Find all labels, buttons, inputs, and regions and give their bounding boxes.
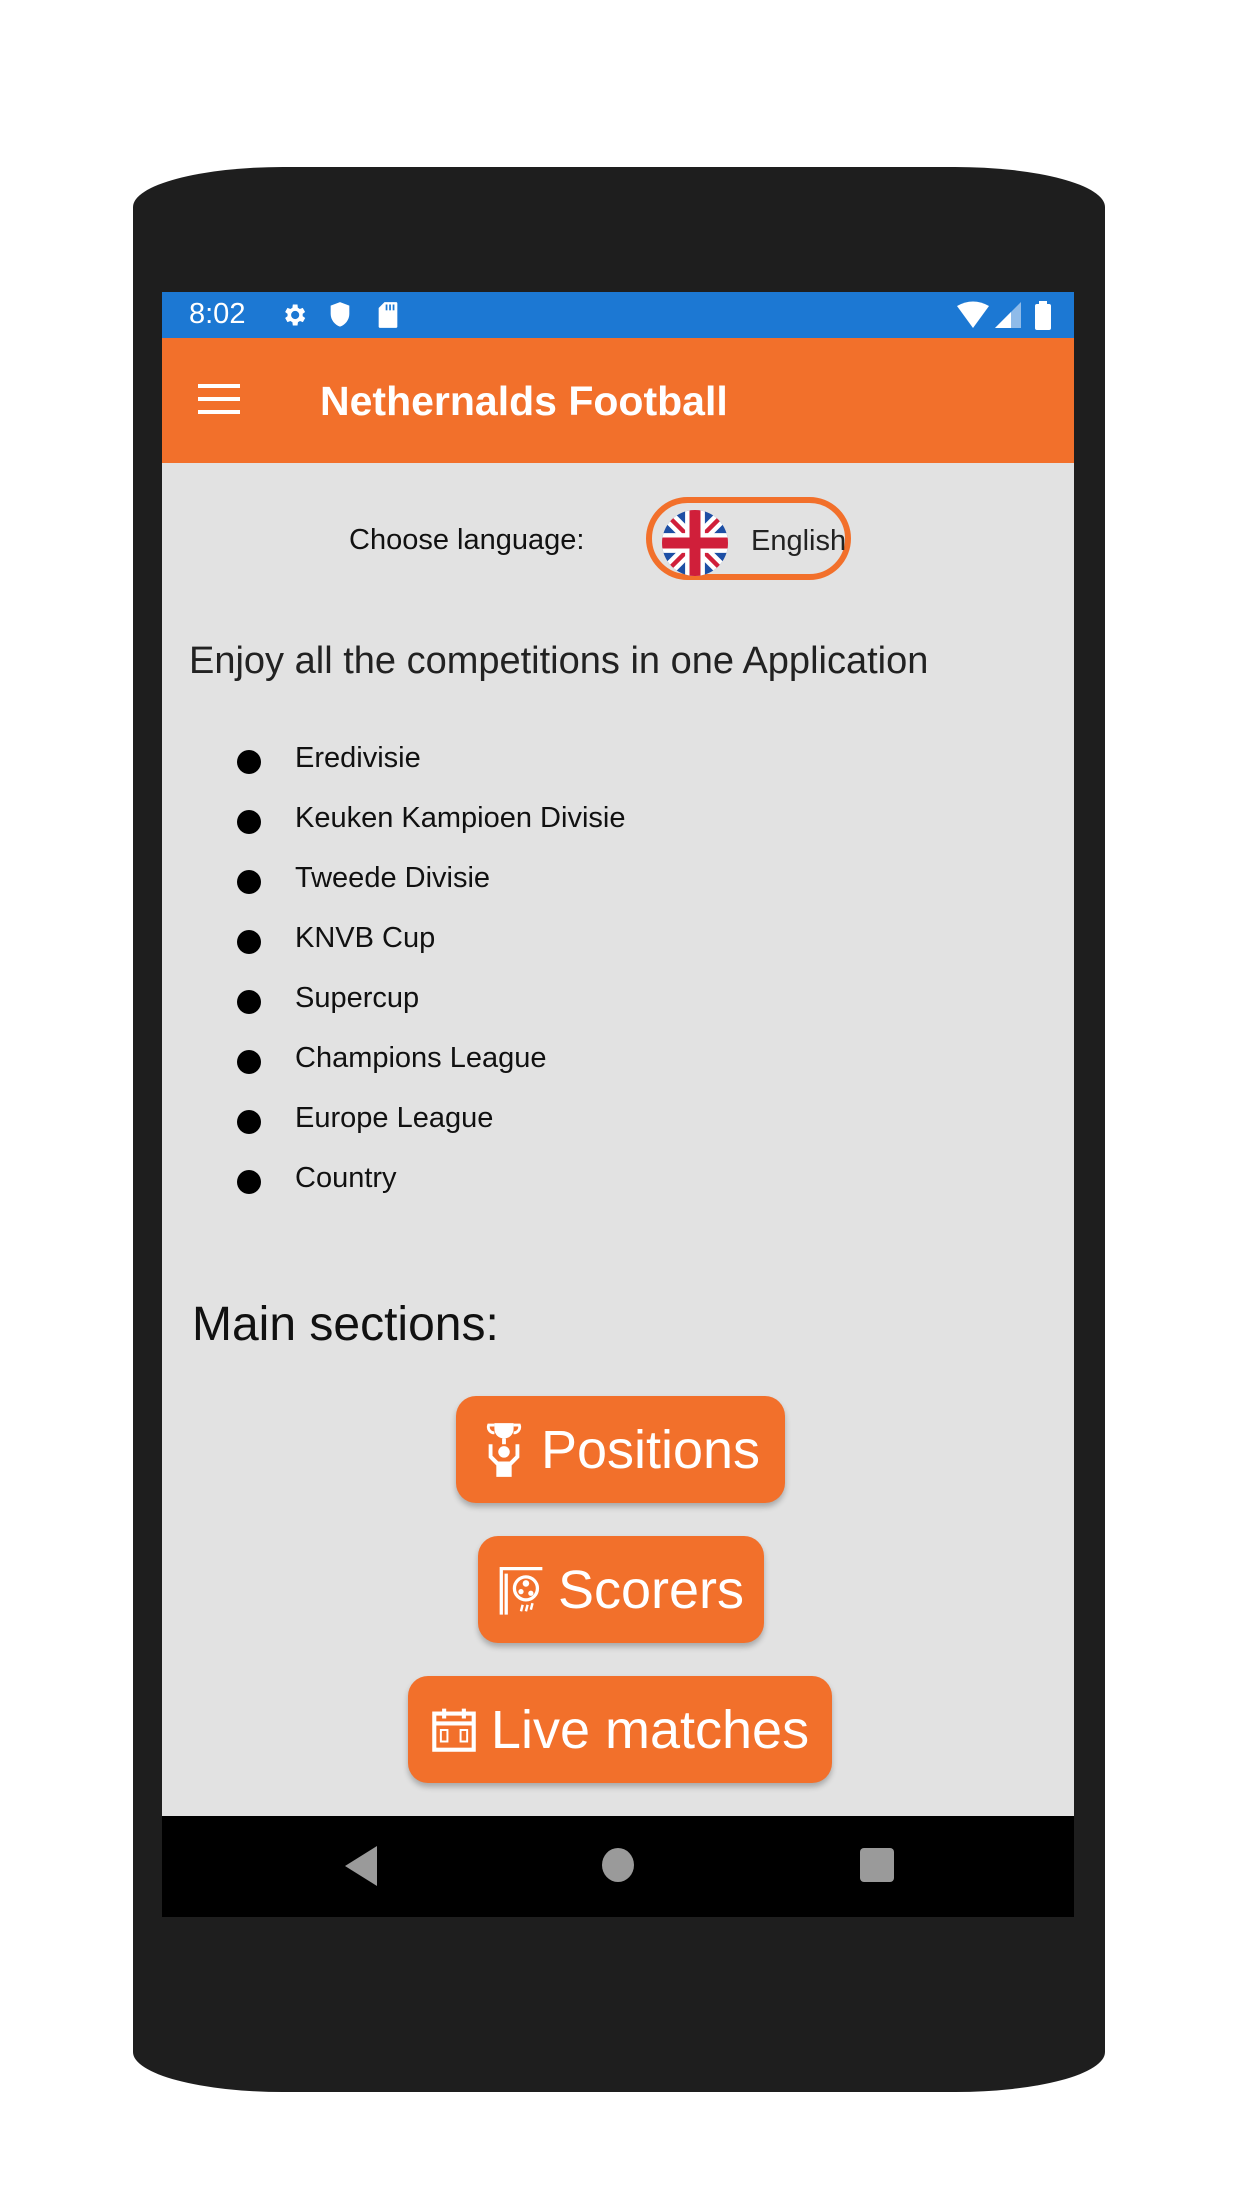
battery-icon	[1035, 301, 1051, 330]
bullet-icon	[237, 930, 261, 954]
status-time: 8:02	[189, 298, 246, 330]
bullet-icon	[237, 870, 261, 894]
language-selected: English	[751, 525, 847, 557]
home-icon[interactable]	[602, 1848, 634, 1882]
scorers-label: Scorers	[557, 1559, 745, 1620]
bullet-icon	[237, 750, 261, 774]
bullet-icon	[237, 990, 261, 1014]
positions-button[interactable]: Positions	[456, 1396, 785, 1503]
bullet-icon	[237, 810, 261, 834]
language-label: Choose language:	[349, 524, 585, 556]
system-nav-bar	[162, 1816, 1074, 1917]
shield-icon	[330, 302, 350, 327]
uk-flag-icon	[662, 510, 728, 576]
wifi-icon	[957, 301, 989, 328]
live-matches-button[interactable]: Live matches	[408, 1676, 832, 1783]
status-bar: 8:02	[162, 292, 1074, 338]
list-item: Europe League	[162, 1100, 762, 1140]
live-matches-label: Live matches	[490, 1699, 810, 1760]
bullet-icon	[237, 1170, 261, 1194]
list-item: Supercup	[162, 980, 762, 1020]
bullet-icon	[237, 1050, 261, 1074]
list-item: Keuken Kampioen Divisie	[162, 800, 762, 840]
tagline: Enjoy all the competitions in one Applic…	[189, 640, 929, 682]
app-title: Nethernalds Football	[320, 378, 728, 424]
hamburger-menu-icon[interactable]	[198, 384, 240, 414]
bullet-icon	[237, 1110, 261, 1134]
scoreboard-calendar-icon	[432, 1708, 476, 1752]
positions-label: Positions	[540, 1419, 761, 1480]
list-item: Country	[162, 1160, 762, 1200]
sd-card-icon	[378, 302, 398, 328]
screen: 8:02 Nethernalds Football Choose languag…	[162, 292, 1074, 1917]
list-item: Champions League	[162, 1040, 762, 1080]
main-sections-title: Main sections:	[192, 1298, 499, 1351]
recents-icon[interactable]	[860, 1848, 894, 1882]
list-item: KNVB Cup	[162, 920, 762, 960]
app-bar: Nethernalds Football	[162, 338, 1074, 463]
back-icon[interactable]	[345, 1846, 377, 1886]
trophy-icon	[486, 1422, 522, 1477]
list-item: Eredivisie	[162, 740, 762, 780]
goal-ball-icon	[499, 1566, 543, 1615]
scorers-button[interactable]: Scorers	[478, 1536, 764, 1643]
language-selector-button[interactable]: English	[646, 497, 851, 580]
signal-icon	[995, 302, 1021, 328]
list-item: Tweede Divisie	[162, 860, 762, 900]
gear-icon	[285, 304, 306, 326]
